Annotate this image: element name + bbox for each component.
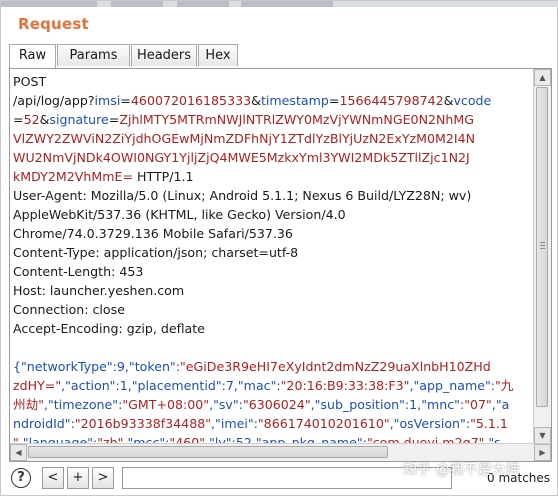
scroll-up-arrow-icon[interactable]: ▲ [534,69,551,86]
scroll-down-arrow-icon[interactable]: ▼ [534,427,551,444]
request-token: Content-Type: application/json; charset=… [13,245,299,260]
tab-hex[interactable]: Hex [198,44,238,66]
request-line: POST [13,72,533,91]
request-token: "20:16:B9:33:38:F3" [280,378,410,393]
request-line: kMDY2M2VhMmE= HTTP/1.1 [13,167,533,186]
request-panel: Request Raw Params Headers Hex POST/api/… [0,0,558,496]
request-token: ZjhlMTY5MTRmNWJlNTRlZWY0MzVjYWNmNGE0N2Nh… [119,112,475,127]
request-token: ,"app_name": [409,378,496,393]
watermark: 知乎 @我不是大神 [403,462,520,478]
request-token: User-Agent: Mozilla/5.0 (Linux; Android … [13,188,472,203]
request-token: ,"imei": [211,416,258,431]
request-line: ndroidId":"2016b93338f34488","imei":"866… [13,414,533,433]
request-token: AppleWebKit/537.36 (KHTML, like Gecko) V… [13,207,346,222]
request-line: VlZWY2ZWViN2ZiYjdhOGEwMjNmZDFhNjY1ZTdlYz… [13,129,533,148]
request-token: Content-Length: 453 [13,264,144,279]
request-line: zdHY=","action":1,"placementid":7,"mac":… [13,376,533,395]
request-token: zdHY=" [13,378,62,393]
request-token: 52 [23,112,40,127]
panel-title: Request [18,15,89,33]
request-token: WU2NmVjNDk4OWI0NGY1YjljZjQ4MWE5MzkxYml3Y… [13,150,470,165]
request-token: ,"action":1,"placementid":7,"mac": [61,378,281,393]
request-token: 州劫" [13,397,44,412]
help-icon[interactable]: ? [11,468,31,488]
request-token: signature [49,112,109,127]
horizontal-scroll-thumb[interactable] [28,446,388,458]
request-line: =52&signature=ZjhlMTY5MTRmNWJlNTRlZWY0Mz… [13,110,533,129]
scroll-right-arrow-icon[interactable]: ▶ [534,444,551,461]
request-token: Chrome/74.0.3729.136 Mobile Safari/537.3… [13,226,293,241]
scroll-left-arrow-icon[interactable]: ◀ [10,444,27,461]
request-token: ,"sv": [209,397,243,412]
request-token: {"networkType":9,"token": [13,359,180,374]
request-line: Chrome/74.0.3729.136 Mobile Safari/537.3… [13,224,533,243]
request-token: kMDY2M2VhMmE= [13,169,133,184]
request-text[interactable]: POST/api/log/app?imsi=460072016185333&ti… [13,72,533,461]
request-token: HTTP/1.1 [133,169,194,184]
tab-raw[interactable]: Raw [9,44,56,68]
request-token: = [13,112,24,127]
request-token: 460072016185333 [130,93,252,108]
request-line: /api/log/app?imsi=460072016185333&timest… [13,91,533,110]
next-match-button[interactable]: > [92,467,114,489]
request-token: ,"osVersion": [389,416,471,431]
request-token: ,"timezone": [43,397,123,412]
request-token: "5.1.1 [470,416,508,431]
request-token: "九 [495,378,514,393]
request-line: Host: launcher.yeshen.com [13,281,533,300]
request-token: VlZWY2ZWViN2ZiYjdhOGEwMjNmZDFhNjY1ZTdlYz… [13,131,476,146]
request-line: WU2NmVjNDk4OWI0NGY1YjljZjQ4MWE5MzkxYml3Y… [13,148,533,167]
request-line: Content-Type: application/json; charset=… [13,243,533,262]
request-token: ,"a [491,397,510,412]
request-token: /api/log/app? [13,93,95,108]
request-token: = [108,112,120,127]
request-token: imsi [94,93,121,108]
add-button[interactable]: + [67,467,89,489]
request-token: "eGiDe3R9eHI7eXyIdnt2dmNzZ29uaXlnbH10ZHd [179,359,491,374]
request-token: timestamp [260,93,329,108]
vertical-scrollbar[interactable]: ▲ ▼ [533,69,551,444]
request-line: Accept-Encoding: gzip, deflate [13,319,533,338]
request-line: Connection: close [13,300,533,319]
top-toolbar-strip [1,1,558,7]
request-token: "07" [464,397,492,412]
request-line: AppleWebKit/537.36 (KHTML, like Gecko) V… [13,205,533,224]
vertical-scroll-thumb[interactable] [536,87,548,407]
request-token: Connection: close [13,302,125,317]
request-line: 州劫","timezone":"GMT+08:00","sv":"6306024… [13,395,533,414]
request-token: & [251,93,261,108]
request-line: Content-Length: 453 [13,262,533,281]
request-token: & [39,112,50,127]
request-token: 1566445798742 [339,93,444,108]
request-token: "866174010201610" [257,416,390,431]
tab-headers[interactable]: Headers [131,44,197,66]
request-token: vcode [453,93,492,108]
previous-match-button[interactable]: < [42,467,64,489]
request-token: ndroidId": [13,416,75,431]
request-token: "2016b93338f34488" [74,416,212,431]
request-line: {"networkType":9,"token":"eGiDe3R9eHI7eX… [13,357,533,376]
request-line [13,338,533,357]
request-token: Accept-Encoding: gzip, deflate [13,321,205,336]
request-token: POST [13,74,47,89]
request-token: = [328,93,340,108]
request-token: Host: launcher.yeshen.com [13,283,185,298]
request-token: "6306024" [242,397,311,412]
request-line: User-Agent: Mozilla/5.0 (Linux; Android … [13,186,533,205]
request-token: = [120,93,131,108]
tab-params[interactable]: Params [57,44,130,66]
request-token: ,"sub_position":1,"mnc": [310,397,465,412]
request-token: "GMT+08:00" [122,397,210,412]
raw-request-editor[interactable]: POST/api/log/app?imsi=460072016185333&ti… [9,68,552,462]
request-token: & [443,93,454,108]
